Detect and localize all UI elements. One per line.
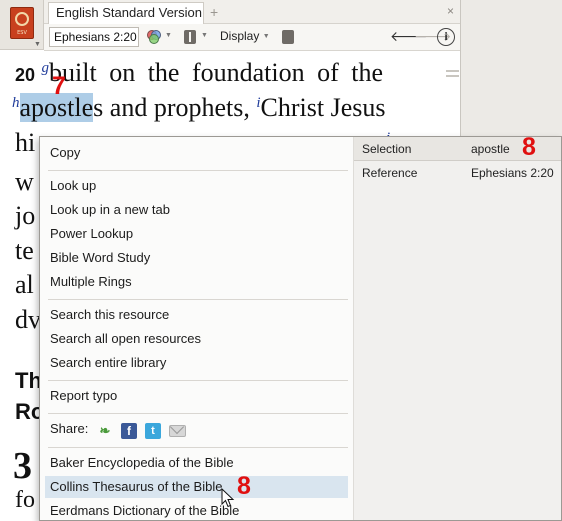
email-icon[interactable] xyxy=(169,425,186,437)
annotation-marker: 7 xyxy=(52,72,66,100)
info-icon[interactable]: i xyxy=(437,28,455,46)
toolbar: Ephesians 2:20 ▼ ▼ Display ▼ 🡐 🡒 i xyxy=(44,24,460,51)
share-label: Share: xyxy=(50,421,89,436)
chevron-down-icon[interactable]: ▼ xyxy=(165,32,172,39)
verse-text-line: hi xyxy=(15,128,35,158)
verse-text: w xyxy=(15,167,34,196)
reference-row: Reference Ephesians 2:20 xyxy=(354,161,561,185)
display-button[interactable]: Display ▼ xyxy=(220,29,270,43)
verse-number: 20 xyxy=(15,65,36,85)
menu-separator xyxy=(48,299,348,300)
notes-icon[interactable] xyxy=(282,30,294,44)
display-label: Display xyxy=(220,29,260,43)
verse-text-line: dv xyxy=(15,305,41,335)
chapter-number: 3 xyxy=(13,445,32,487)
menu-item-multiple-rings[interactable]: Multiple Rings xyxy=(45,271,348,293)
annotation-marker: 8 xyxy=(522,133,536,161)
menu-separator xyxy=(48,380,348,381)
scroll-grip-icon[interactable] xyxy=(446,70,459,77)
selection-info-panel: Selection apostle Reference Ephesians 2:… xyxy=(353,137,561,520)
menu-item-collins-thesaurus[interactable]: Collins Thesaurus of the Bible xyxy=(45,476,348,498)
menu-item-power-lookup[interactable]: Power Lookup xyxy=(45,223,348,245)
chevron-down-icon: ▼ xyxy=(34,41,41,48)
tab-english-standard-version[interactable]: English Standard Version xyxy=(48,2,204,24)
verse-text: hi xyxy=(15,128,36,157)
verse-text-line: w xyxy=(15,167,34,197)
add-tab-icon[interactable]: + xyxy=(210,4,218,20)
annotation-marker: 8 xyxy=(237,472,251,500)
verse-text-line: al xyxy=(15,270,34,300)
menu-item-report-typo[interactable]: Report typo xyxy=(45,385,348,407)
verse-text: te xyxy=(15,236,34,265)
resource-icon-button[interactable]: ESV ▼ xyxy=(0,0,44,50)
verse-text: jo xyxy=(15,201,36,230)
twitter-icon[interactable]: t xyxy=(145,423,161,439)
reference-value: Ephesians 2:20 xyxy=(471,166,554,180)
menu-separator xyxy=(48,413,348,414)
context-menu: Copy Look up Look up in a new tab Power … xyxy=(39,136,562,521)
context-menu-commands: Copy Look up Look up in a new tab Power … xyxy=(40,137,353,520)
selection-value: apostle xyxy=(471,142,510,156)
menu-item-look-up[interactable]: Look up xyxy=(45,175,348,197)
selection-key: Selection xyxy=(362,142,412,156)
menu-item-look-up-new-tab[interactable]: Look up in a new tab xyxy=(45,199,348,221)
leaf-icon[interactable]: ❧ xyxy=(97,423,113,439)
menu-item-search-this-resource[interactable]: Search this resource xyxy=(45,304,348,326)
section-heading: Th xyxy=(15,368,42,393)
menu-item-search-all-open-resources[interactable]: Search all open resources xyxy=(45,328,348,350)
menu-item-bible-word-study[interactable]: Bible Word Study xyxy=(45,247,348,269)
close-icon[interactable]: × xyxy=(447,4,454,18)
verse-text-line: te xyxy=(15,236,34,266)
verse-text: al xyxy=(15,270,34,299)
menu-separator xyxy=(48,447,348,448)
layout-icon[interactable] xyxy=(184,30,196,44)
verse-text-line: fo xyxy=(15,487,35,513)
mouse-cursor-icon xyxy=(221,488,235,508)
esv-seal-icon xyxy=(15,12,29,26)
verse-text-line: jo xyxy=(15,201,35,231)
verse-20-line: 20 gbuilt on the foundation of the xyxy=(15,58,383,88)
visual-filters-icon[interactable] xyxy=(146,29,162,45)
menu-item-baker-encyclopedia[interactable]: Baker Encyclopedia of the Bible xyxy=(45,452,348,474)
chevron-down-icon[interactable]: ▼ xyxy=(201,32,208,39)
reference-box[interactable]: Ephesians 2:20 xyxy=(49,27,139,47)
menu-item-copy[interactable]: Copy xyxy=(45,142,348,164)
facebook-icon[interactable]: f xyxy=(121,423,137,439)
esv-book-label: ESV xyxy=(17,30,27,36)
footnote-marker[interactable]: h xyxy=(12,95,20,111)
verse-text: Christ Jesus xyxy=(260,93,386,122)
reference-key: Reference xyxy=(362,166,418,180)
verse-text: s and prophets, xyxy=(93,93,257,122)
esv-book-icon: ESV xyxy=(10,7,34,39)
verse-text: built on the foundation of the xyxy=(49,58,384,87)
verse-20-line-2: hapostles and prophets, iChrist Jesus xyxy=(12,93,386,123)
menu-item-search-entire-library[interactable]: Search entire library xyxy=(45,352,348,374)
footnote-marker[interactable]: g xyxy=(42,60,50,76)
tab-bar: English Standard Version + × xyxy=(44,0,460,24)
chevron-down-icon: ▼ xyxy=(262,33,270,40)
menu-item-eerdmans-dictionary[interactable]: Eerdmans Dictionary of the Bible xyxy=(45,500,348,521)
verse-text: dv xyxy=(15,305,41,334)
menu-separator xyxy=(48,170,348,171)
